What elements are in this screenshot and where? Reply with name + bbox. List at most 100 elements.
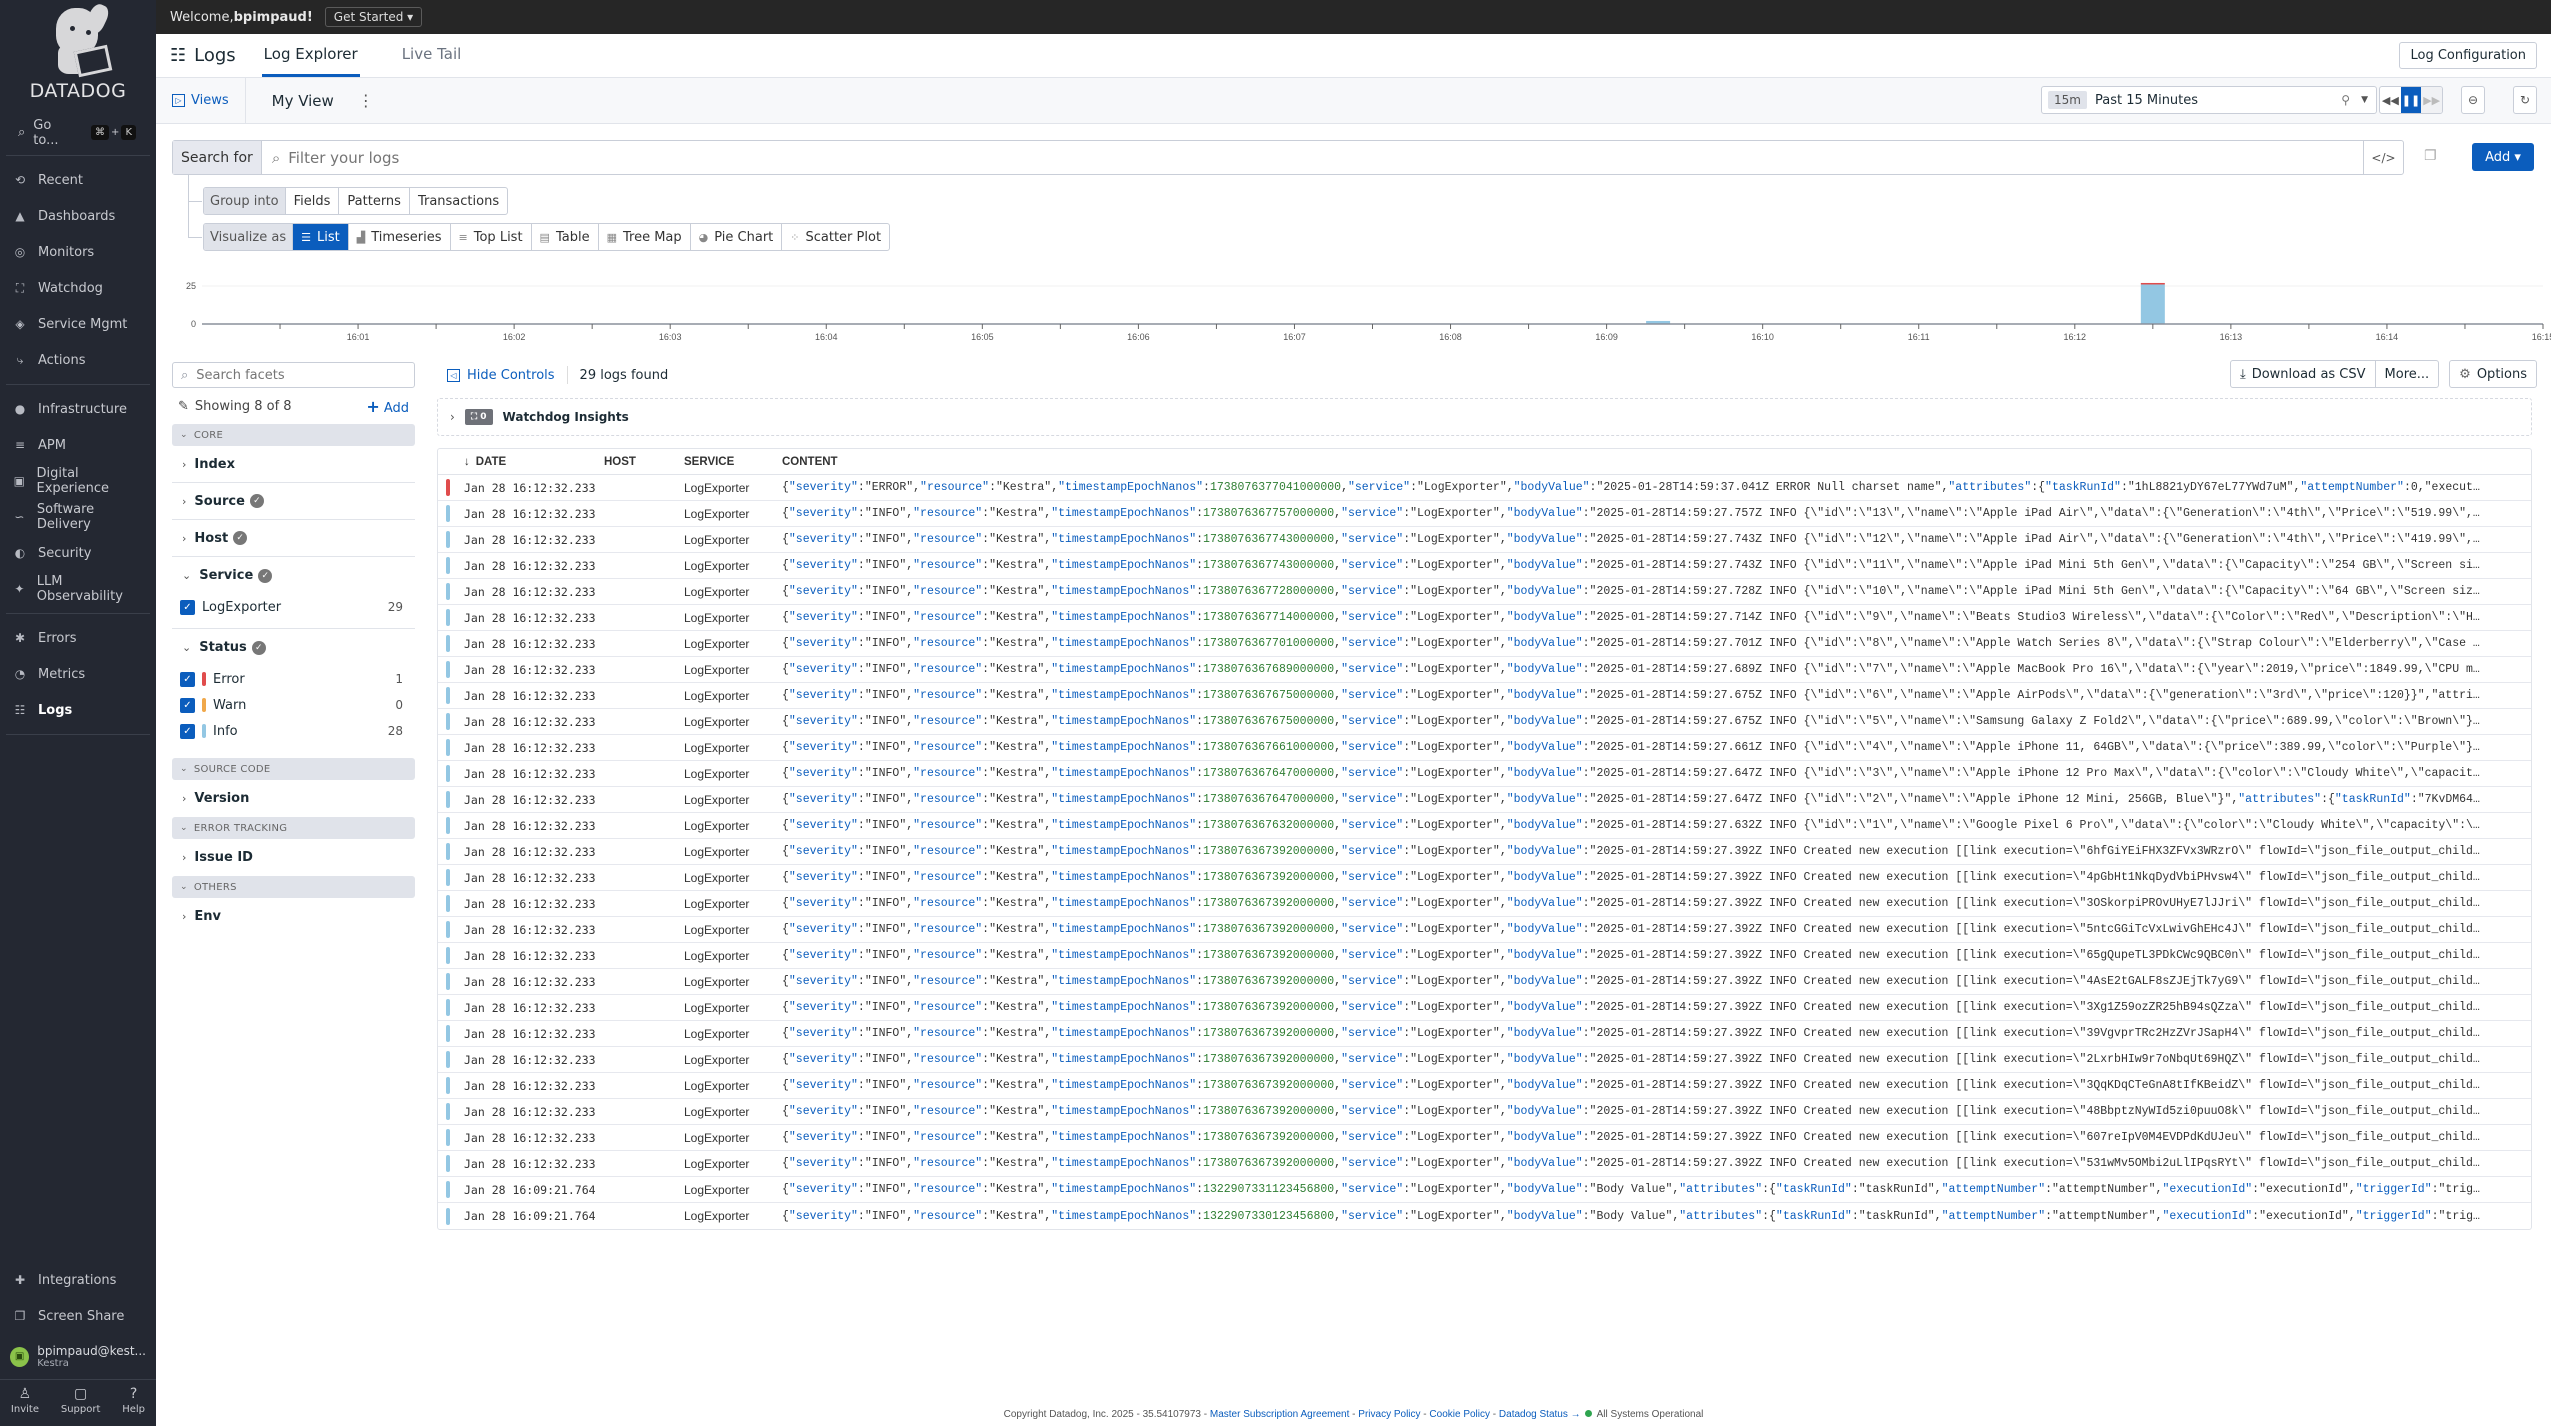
footer-link-cookie[interactable]: Cookie Policy bbox=[1429, 1409, 1490, 1420]
search-input[interactable] bbox=[288, 148, 2363, 167]
facet-showing-count[interactable]: ✎ Showing 8 of 8 bbox=[178, 399, 292, 414]
pin-icon[interactable]: ⚲ bbox=[2341, 93, 2350, 107]
table-row[interactable]: Jan 28 16:12:32.233 LogExporter {"severity… bbox=[438, 553, 2531, 579]
group-into-fields[interactable]: Fields bbox=[284, 188, 339, 214]
facet-value-logexporter[interactable]: ✓ LogExporter 29 bbox=[172, 594, 415, 620]
table-row[interactable]: Jan 28 16:12:32.233 LogExporter {"severity… bbox=[438, 1021, 2531, 1047]
pause-button[interactable]: ❚❚ bbox=[2400, 87, 2422, 113]
visualize-table[interactable]: ▤ Table bbox=[530, 224, 598, 250]
footer-link-status[interactable]: Datadog Status → bbox=[1499, 1409, 1581, 1420]
add-facet-button[interactable]: + Add bbox=[366, 397, 409, 416]
facet-search[interactable]: ⌕ bbox=[172, 362, 415, 388]
facet-value-warn[interactable]: ✓ Warn 0 bbox=[172, 692, 415, 718]
table-row[interactable]: Jan 28 16:12:32.233 LogExporter {"severity… bbox=[438, 527, 2531, 553]
facet-issue-id[interactable]: › Issue ID bbox=[172, 839, 415, 876]
get-started-button[interactable]: Get Started ▾ bbox=[324, 7, 423, 27]
checkbox[interactable]: ✓ bbox=[180, 671, 195, 687]
facet-group-others[interactable]: ⌄ OTHERS bbox=[172, 876, 415, 898]
table-row[interactable]: Jan 28 16:12:32.233 LogExporter {"severity… bbox=[438, 683, 2531, 709]
tab-live-tail[interactable]: Live Tail bbox=[400, 33, 464, 77]
support-button[interactable]: ▢ Support bbox=[61, 1386, 101, 1426]
sidebar-item-monitors[interactable]: ◎ Monitors bbox=[6, 234, 150, 270]
table-row[interactable]: Jan 28 16:12:32.233 LogExporter {"severity… bbox=[438, 891, 2531, 917]
table-row[interactable]: Jan 28 16:12:32.233 LogExporter {"severity… bbox=[438, 709, 2531, 735]
sidebar-item-llm-observability[interactable]: ✦ LLM Observability bbox=[6, 571, 150, 607]
add-query-button[interactable]: Add ▾ bbox=[2472, 143, 2534, 171]
help-button[interactable]: ? Help bbox=[122, 1386, 145, 1426]
column-header-content[interactable]: CONTENT bbox=[782, 456, 2531, 468]
table-row[interactable]: Jan 28 16:12:32.233 LogExporter {"severity… bbox=[438, 761, 2531, 787]
column-header-service[interactable]: SERVICE bbox=[684, 456, 782, 468]
sidebar-item-logs[interactable]: ☷ Logs bbox=[6, 692, 150, 728]
table-row[interactable]: Jan 28 16:12:32.233 LogExporter {"severity… bbox=[438, 1047, 2531, 1073]
table-row[interactable]: Jan 28 16:12:32.233 LogExporter {"severity… bbox=[438, 657, 2531, 683]
visualize-pie-chart[interactable]: ◕ Pie Chart bbox=[689, 224, 782, 250]
column-header-host[interactable]: HOST bbox=[604, 456, 684, 468]
code-view-button[interactable]: </> bbox=[2363, 141, 2403, 174]
visualize-tree-map[interactable]: ▦ Tree Map bbox=[597, 224, 690, 250]
table-row[interactable]: Jan 28 16:12:32.233 LogExporter {"severity… bbox=[438, 501, 2531, 527]
table-row[interactable]: Jan 28 16:12:32.233 LogExporter {"severity… bbox=[438, 1125, 2531, 1151]
checkbox[interactable]: ✓ bbox=[180, 599, 195, 615]
current-view-name[interactable]: My View bbox=[246, 92, 334, 110]
views-button[interactable]: ▷ Views bbox=[156, 77, 246, 124]
log-histogram[interactable]: 0 25 16:01 16:02 16:03 16:04 16:05 16:06 16:07 16… bbox=[180, 268, 2551, 348]
table-row[interactable]: Jan 28 16:12:32.233 LogExporter {"severity… bbox=[438, 813, 2531, 839]
options-button[interactable]: ⚙ Options bbox=[2450, 361, 2536, 387]
sidebar-item-apm[interactable]: ≡ APM bbox=[6, 427, 150, 463]
hide-controls-button[interactable]: ◁ Hide Controls bbox=[447, 368, 555, 383]
table-row[interactable]: Jan 28 16:12:32.233 LogExporter {"severity… bbox=[438, 839, 2531, 865]
forward-button[interactable]: ▶▶ bbox=[2421, 87, 2442, 113]
facet-value-error[interactable]: ✓ Error 1 bbox=[172, 666, 415, 692]
checkbox[interactable]: ✓ bbox=[180, 697, 195, 713]
datadog-logo[interactable]: DATADOG bbox=[0, 0, 156, 110]
sidebar-item-actions[interactable]: ⤷ Actions bbox=[6, 342, 150, 378]
sidebar-item-software-delivery[interactable]: ∽ Software Delivery bbox=[6, 499, 150, 535]
more-button[interactable]: More... bbox=[2374, 361, 2439, 387]
facet-version[interactable]: › Version bbox=[172, 780, 415, 817]
visualize-scatter-plot[interactable]: ⁘ Scatter Plot bbox=[781, 224, 889, 250]
tab-log-explorer[interactable]: Log Explorer bbox=[261, 33, 360, 77]
table-row[interactable]: Jan 28 16:12:32.233 LogExporter {"severity… bbox=[438, 787, 2531, 813]
time-range-selector[interactable]: 15m Past 15 Minutes ⚲ ▼ bbox=[2041, 86, 2377, 114]
facet-group-error-tracking[interactable]: ⌄ ERROR TRACKING bbox=[172, 817, 415, 839]
group-into-transactions[interactable]: Transactions bbox=[408, 188, 507, 214]
watchdog-insights[interactable]: › ⛶ 0 Watchdog Insights bbox=[437, 398, 2532, 436]
visualize-list[interactable]: ☰ List bbox=[292, 224, 348, 250]
zoom-out-button[interactable]: ⊖ bbox=[2461, 86, 2485, 114]
refresh-button[interactable]: ↻ bbox=[2513, 86, 2537, 114]
user-menu[interactable]: ▣ bpimpaud@kest... Kestra bbox=[0, 1334, 156, 1380]
table-row[interactable]: Jan 28 16:12:32.233 LogExporter {"severity… bbox=[438, 943, 2531, 969]
table-row[interactable]: Jan 28 16:12:32.233 LogExporter {"severity… bbox=[438, 605, 2531, 631]
facet-service[interactable]: ⌄ Service ✓ bbox=[172, 557, 415, 594]
facet-group-source-code[interactable]: ⌄ SOURCE CODE bbox=[172, 758, 415, 780]
view-options-kebab-icon[interactable]: ⋮ bbox=[358, 91, 374, 110]
sidebar-item-watchdog[interactable]: ⛶ Watchdog bbox=[6, 270, 150, 306]
facet-status[interactable]: ⌄ Status ✓ bbox=[172, 629, 415, 666]
table-row[interactable]: Jan 28 16:12:32.233 LogExporter {"severity… bbox=[438, 1151, 2531, 1177]
sidebar-item-screen-share[interactable]: ❐ Screen Share bbox=[6, 1298, 150, 1334]
sidebar-item-service-mgmt[interactable]: ◈ Service Mgmt bbox=[6, 306, 150, 342]
sidebar-item-metrics[interactable]: ◔ Metrics bbox=[6, 656, 150, 692]
download-csv-button[interactable]: ⤓ Download as CSV bbox=[2231, 361, 2375, 387]
invite-button[interactable]: ♙ Invite bbox=[11, 1386, 39, 1426]
visualize-top-list[interactable]: ≡ Top List bbox=[449, 224, 531, 250]
table-row[interactable]: Jan 28 16:09:21.764 LogExporter {"severity… bbox=[438, 1177, 2531, 1203]
visualize-timeseries[interactable]: ▟ Timeseries bbox=[347, 224, 450, 250]
sidebar-item-errors[interactable]: ✱ Errors bbox=[6, 620, 150, 656]
table-row[interactable]: Jan 28 16:12:32.233 LogExporter {"severity… bbox=[438, 995, 2531, 1021]
facet-search-input[interactable] bbox=[196, 367, 414, 383]
goto-search[interactable]: ⌕ Go to... ⌘ + K bbox=[6, 110, 150, 156]
log-configuration-button[interactable]: Log Configuration bbox=[2399, 42, 2537, 69]
table-row[interactable]: Jan 28 16:12:32.233 LogExporter {"severity… bbox=[438, 475, 2531, 501]
table-row[interactable]: Jan 28 16:12:32.233 LogExporter {"severity… bbox=[438, 917, 2531, 943]
table-row[interactable]: Jan 28 16:12:32.233 LogExporter {"severity… bbox=[438, 735, 2531, 761]
copy-query-icon[interactable]: ❐ bbox=[2424, 148, 2437, 164]
facet-index[interactable]: › Index bbox=[172, 446, 415, 483]
table-row[interactable]: Jan 28 16:12:32.233 LogExporter {"severity… bbox=[438, 579, 2531, 605]
rewind-button[interactable]: ◀◀ bbox=[2380, 87, 2401, 113]
facet-env[interactable]: › Env bbox=[172, 898, 415, 935]
column-header-date[interactable]: ↓ DATE bbox=[458, 456, 604, 468]
facet-value-info[interactable]: ✓ Info 28 bbox=[172, 718, 415, 744]
sidebar-item-digital-experience[interactable]: ▣ Digital Experience bbox=[6, 463, 150, 499]
